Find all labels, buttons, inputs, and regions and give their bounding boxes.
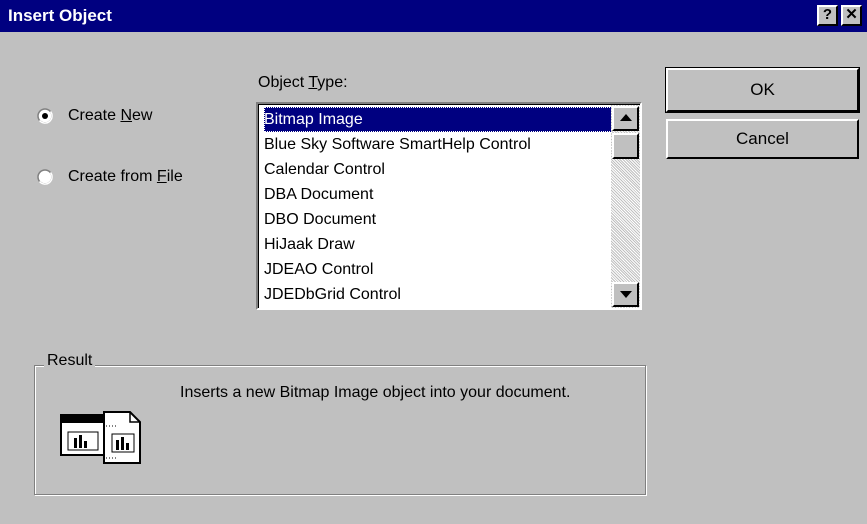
object-type-accel: T xyxy=(308,74,318,91)
create-new-text-a: Create xyxy=(68,107,121,124)
create-new-text-b: ew xyxy=(132,107,153,124)
list-item[interactable]: HiJaak Draw xyxy=(264,232,612,257)
create-from-file-text-a: Create from xyxy=(68,168,157,185)
list-item[interactable]: Blue Sky Software SmartHelp Control xyxy=(264,132,612,157)
list-item[interactable]: Calendar Control xyxy=(264,157,612,182)
create-from-file-radio[interactable] xyxy=(37,169,53,185)
scroll-thumb[interactable] xyxy=(612,133,639,159)
list-item[interactable]: JDEAO Control xyxy=(264,257,612,282)
result-description: Inserts a new Bitmap Image object into y… xyxy=(180,384,571,401)
create-new-radio[interactable] xyxy=(37,108,53,124)
list-item[interactable]: Bitmap Image xyxy=(264,107,612,132)
scroll-up-button[interactable] xyxy=(612,106,639,131)
object-type-text-a: Object xyxy=(258,74,309,91)
help-button[interactable]: ? xyxy=(817,5,838,26)
listbox-frame: Bitmap Image Blue Sky Software SmartHelp… xyxy=(258,104,640,308)
cancel-button[interactable]: Cancel xyxy=(666,119,859,159)
insert-object-dialog: Insert Object ? ✕ Create New Create from… xyxy=(0,0,867,524)
object-type-listbox[interactable]: Bitmap Image Blue Sky Software SmartHelp… xyxy=(256,102,642,310)
close-button[interactable]: ✕ xyxy=(841,5,862,26)
object-type-text-b: ype: xyxy=(317,74,348,91)
ok-button[interactable]: OK xyxy=(665,67,860,113)
list-item[interactable]: JDEDbGrid Control xyxy=(264,282,612,307)
vertical-scrollbar[interactable] xyxy=(611,105,640,308)
window-title: Insert Object xyxy=(8,6,112,25)
create-new-label[interactable]: Create New xyxy=(68,107,152,125)
list-item[interactable]: DBA Document xyxy=(264,182,612,207)
create-from-file-text-b: ile xyxy=(166,168,183,185)
scroll-down-button[interactable] xyxy=(612,282,639,307)
insert-object-result-icon xyxy=(60,411,141,464)
arrow-down-icon xyxy=(619,291,632,298)
create-from-file-accel: F xyxy=(156,168,167,185)
result-label: Result xyxy=(44,352,96,370)
list-item[interactable]: DBO Document xyxy=(264,207,612,232)
arrow-up-icon xyxy=(619,114,632,121)
title-bar[interactable]: Insert Object ? ✕ xyxy=(0,0,867,32)
create-from-file-label[interactable]: Create from File xyxy=(68,168,183,186)
object-type-label: Object Type: xyxy=(258,74,348,92)
create-new-accel: N xyxy=(120,107,133,124)
